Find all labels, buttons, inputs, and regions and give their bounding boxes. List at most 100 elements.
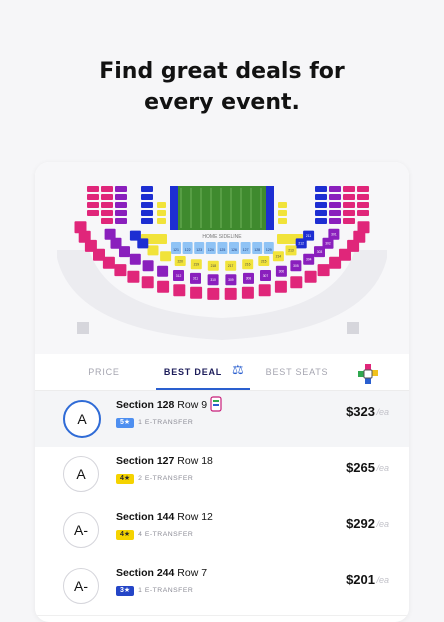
section-block [329,218,341,224]
listing-section: Section 128 Row 9 [116,399,207,411]
section-block [87,186,99,192]
listing-meta: 4★ 4 E-TRANSFER [116,526,194,540]
section-block [101,202,113,208]
section-number: 215 [261,259,267,263]
stadium-map-svg[interactable]: HOME SIDELINE 121 122 123 124 125 126 127 128 129… [35,162,409,354]
section-number: 123 [196,248,202,252]
price-per-unit: /ea [376,575,389,585]
section-block [357,202,369,208]
section-block [87,210,99,216]
listing-meta: 4★ 2 E-TRANSFER [116,470,194,484]
delivery-method: 2 E-TRANSFER [138,475,194,483]
listing-section: Section 244 Row 7 [116,567,207,579]
brand-logo-icon[interactable] [357,363,379,390]
price-per-unit: /ea [376,463,389,473]
row-label: Row 18 [177,455,213,467]
section-number: 217 [228,264,234,268]
section-block [157,202,166,208]
row-label: Row 12 [177,511,213,523]
section-block [190,286,203,299]
section-block [129,253,141,265]
section-block [258,284,271,297]
section-block [315,218,327,224]
delivery-method: 1 E-TRANSFER [138,419,194,427]
section-block [343,202,355,208]
section-number: 126 [231,248,237,252]
end-zone-right [266,186,274,230]
price-per-unit: /ea [376,519,389,529]
section-block [317,264,330,277]
section-block [141,276,154,289]
listing-row[interactable]: A- Section 244 Row 7 3★ 1 E-TRANSFER $201/ea [35,559,409,616]
section-number: 211 [306,234,311,238]
tab-price[interactable]: PRICE [61,354,147,390]
section-block [127,270,140,283]
section-block [141,218,153,224]
price-per-unit: /ea [376,407,389,417]
section-block [241,286,254,299]
section-number: 309 [228,278,234,282]
field-label: HOME SIDELINE [202,234,242,240]
section-block [74,221,87,234]
listing-meta: 5★ 1 E-TRANSFER [116,414,194,428]
section-block [329,186,341,192]
section-block [141,202,153,208]
section-number: 312 [176,274,182,278]
deal-grade-badge: A [63,400,101,438]
section-block [160,251,172,262]
section-number: 303 [317,250,323,254]
section-block [207,287,220,300]
section-block [315,210,327,216]
section-block [87,202,99,208]
section-label: Section 244 [116,567,175,579]
section-block [115,210,127,216]
rating-badge: 4★ [116,529,135,540]
sort-tabs: PRICE BEST DEAL ⚖ BEST SEATS [35,354,409,391]
section-number: 124 [208,248,214,252]
section-block [278,218,287,224]
listing-section: Section 144 Row 12 [116,511,213,523]
section-label: Section 144 [116,511,175,523]
section-block [224,287,237,300]
section-block [115,218,127,224]
listing-section: Section 127 Row 18 [116,455,213,467]
map-corner-marker [77,322,89,334]
listing-row[interactable]: A- Section 144 Row 12 4★ 4 E-TRANSFER $292/e… [35,503,409,560]
section-block [87,194,99,200]
map-corner-marker [347,322,359,334]
headline: Find great deals for every event. [0,56,444,118]
section-block [315,194,327,200]
section-number: 122 [185,248,191,252]
section-block [329,210,341,216]
section-number: 301 [331,233,337,237]
section-number: 125 [219,248,225,252]
section-number: 127 [243,248,249,252]
delivery-method: 4 E-TRANSFER [138,531,194,539]
section-block [101,218,113,224]
deal-grade-badge: A- [63,512,99,548]
seating-map[interactable]: HOME SIDELINE 121 122 123 124 125 126 127 128 129… [35,162,409,354]
section-block [357,194,369,200]
listing-price: $323 [346,404,375,419]
section-block [329,202,341,208]
section-block [343,218,355,224]
row-label: Row 7 [177,567,208,579]
listing-row[interactable]: A Section 127 Row 18 4★ 2 E-TRANSFER $265/ea [35,447,409,504]
section-block [101,186,113,192]
end-zone-left [170,186,178,230]
listing-row[interactable]: A Section 128 Row 9 5★ 1 E-TRANSFER $323/ea [35,391,409,448]
section-number: 310 [210,278,216,282]
app-card: HOME SIDELINE 121 122 123 124 125 126 127 128 129… [35,162,409,622]
section-block [343,210,355,216]
section-block [343,194,355,200]
section-number: 220 [177,259,183,263]
section-number: 308 [246,277,252,281]
section-block [329,194,341,200]
section-block [290,276,303,289]
tab-best-seats[interactable]: BEST SEATS [255,354,339,390]
listing-price: $265 [346,460,375,475]
section-block [101,210,113,216]
section-block [343,186,355,192]
section-block [141,210,153,216]
section-block [357,210,369,216]
